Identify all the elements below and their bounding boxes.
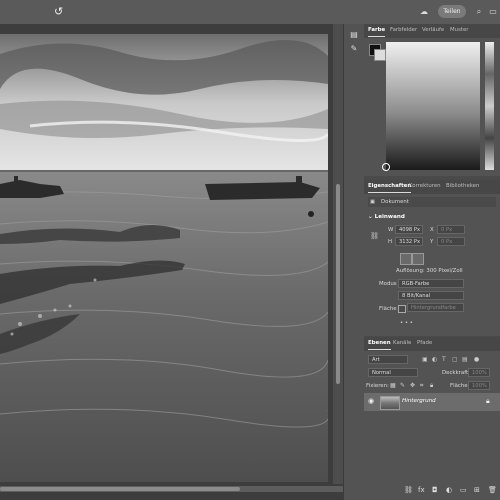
document-row: ▣ Dokument <box>368 197 496 207</box>
shape-filter-icon[interactable]: ▢ <box>452 356 458 363</box>
opacity-label: Deckkraft: <box>442 370 470 376</box>
tab-ebenen[interactable]: Ebenen <box>368 340 391 350</box>
y-label: Y <box>430 239 434 245</box>
eye-icon[interactable]: ◉ <box>368 397 374 405</box>
layer-filter-select[interactable]: Art <box>368 355 408 364</box>
tab-bibliotheken[interactable]: Bibliotheken <box>446 183 479 189</box>
tab-muster[interactable]: Muster <box>450 27 469 33</box>
layer-style-icon[interactable]: fx <box>418 486 425 494</box>
smart-object-filter-icon[interactable]: ▤ <box>462 356 468 363</box>
fill-select[interactable]: Hintergrundfarbe <box>407 303 464 312</box>
scrollbar-thumb[interactable] <box>0 487 240 491</box>
bit-depth-select[interactable]: 8 Bit/Kanal <box>398 291 464 300</box>
layer-row[interactable]: ◉ Hintergrund 🔒︎ <box>364 393 500 411</box>
fill-label: Fläche <box>379 306 397 312</box>
more-options[interactable]: • • • <box>400 320 413 326</box>
lock-position-icon[interactable]: ✥ <box>410 382 415 389</box>
lock-icons: ▦ ✎ ✥ ⌗ 🔒︎ <box>390 382 440 391</box>
filter-toggle-icon[interactable]: ● <box>474 356 479 363</box>
fill-field[interactable]: 100% <box>468 381 490 390</box>
color-picker-marker[interactable] <box>382 163 390 171</box>
mode-select[interactable]: RGB-Farbe <box>398 279 464 288</box>
image-filter-icon[interactable]: ▣ <box>422 356 428 363</box>
history-icon[interactable]: ▤ <box>349 30 359 40</box>
background-color-swatch[interactable] <box>374 49 386 61</box>
tab-eigenschaften[interactable]: Eigenschaften <box>368 183 412 193</box>
layer-filter-icons: ▣ ◐ T ▢ ▤ ● <box>422 356 500 365</box>
lock-pixels-icon[interactable]: ✎ <box>400 382 405 389</box>
lock-transparency-icon[interactable]: ▦ <box>390 382 396 389</box>
color-panel-tabs: Farbe Farbfelder Verläufe Muster <box>364 24 500 38</box>
width-field[interactable]: 4098 Px <box>395 225 423 234</box>
canvas-section-label: Leinwand <box>374 214 405 220</box>
chevron-down-icon: ⌄ <box>368 214 375 220</box>
horizontal-scrollbar[interactable] <box>0 486 343 492</box>
landscape-orientation-button[interactable] <box>412 253 424 265</box>
portrait-orientation-button[interactable] <box>400 253 412 265</box>
layers-panel: Ebenen Kanäle Pfade Art ▣ ◐ T ▢ ▤ ● Norm… <box>364 337 500 500</box>
color-panel: Farbe Farbfelder Verläufe Muster <box>364 24 500 176</box>
brush-settings-icon[interactable]: ✎ <box>349 44 359 54</box>
app-topbar: ↺ ☁ Teilen ⌕ ▭ <box>0 0 500 24</box>
workspace-icon[interactable]: ▭ <box>488 7 498 17</box>
tab-verlaeufe[interactable]: Verläufe <box>422 27 444 33</box>
lock-artboard-icon[interactable]: ⌗ <box>420 382 423 390</box>
color-picker-field[interactable] <box>386 42 480 170</box>
link-icon[interactable]: ⛓ <box>370 230 379 242</box>
properties-panel-tabs: Eigenschaften Korrekturen Bibliotheken <box>364 180 500 194</box>
adjustment-filter-icon[interactable]: ◐ <box>432 356 437 363</box>
hue-slider[interactable] <box>485 42 494 170</box>
resolution-text: Auflösung: 300 Pixel/Zoll <box>396 268 463 274</box>
tab-korrekturen[interactable]: Korrekturen <box>409 183 441 189</box>
layers-bottom-toolbar: ⛓ fx ◘ ◐ ▭ ⊞ 🗑︎ <box>364 484 500 498</box>
trash-icon[interactable]: 🗑︎ <box>488 486 497 494</box>
layers-panel-tabs: Ebenen Kanäle Pfade <box>364 337 500 351</box>
cloud-icon[interactable]: ☁ <box>419 7 429 17</box>
properties-panel: Eigenschaften Korrekturen Bibliotheken ▣… <box>364 180 500 336</box>
layer-name[interactable]: Hintergrund <box>402 398 436 404</box>
link-layers-icon[interactable]: ⛓ <box>404 486 413 494</box>
mode-label: Modus <box>379 281 397 287</box>
height-field[interactable]: 3132 Px <box>395 237 423 246</box>
document-photo[interactable] <box>0 34 328 482</box>
tab-farbe[interactable]: Farbe <box>368 27 386 37</box>
document-label: Dokument <box>381 199 409 205</box>
lock-label: Fixieren: <box>366 383 389 389</box>
layer-thumbnail <box>380 396 400 410</box>
x-label: X <box>430 227 434 233</box>
document-icon: ▣ <box>370 199 376 205</box>
type-filter-icon[interactable]: T <box>442 356 446 363</box>
tab-pfade[interactable]: Pfade <box>417 340 432 346</box>
mask-icon[interactable]: ◘ <box>432 486 438 494</box>
opacity-field[interactable]: 100% <box>468 368 490 377</box>
fill-label: Fläche: <box>450 383 470 389</box>
height-label: H <box>388 239 393 245</box>
group-icon[interactable]: ▭ <box>460 486 467 494</box>
y-field[interactable]: 0 Px <box>437 237 465 246</box>
lock-all-icon[interactable]: 🔒︎ <box>430 382 433 390</box>
adjustment-layer-icon[interactable]: ◐ <box>446 486 452 494</box>
panel-toolstrip: ▤ ✎ <box>343 24 364 500</box>
canvas-section-heading[interactable]: ⌄ Leinwand <box>368 214 405 220</box>
vertical-scrollbar[interactable] <box>333 24 343 484</box>
width-label: W <box>388 227 394 233</box>
lock-icon[interactable]: 🔒︎ <box>486 397 490 406</box>
new-layer-icon[interactable]: ⊞ <box>474 486 480 494</box>
rotate-view-icon[interactable]: ↺ <box>54 6 66 18</box>
x-field[interactable]: 0 Px <box>437 225 465 234</box>
tab-farbfelder[interactable]: Farbfelder <box>390 27 417 33</box>
search-icon[interactable]: ⌕ <box>474 7 484 17</box>
tab-kanaele[interactable]: Kanäle <box>393 340 411 346</box>
fill-checkbox[interactable] <box>398 305 406 313</box>
scrollbar-thumb[interactable] <box>336 184 340 384</box>
share-button[interactable]: Teilen <box>438 5 466 18</box>
blend-mode-select[interactable]: Normal <box>368 368 418 377</box>
